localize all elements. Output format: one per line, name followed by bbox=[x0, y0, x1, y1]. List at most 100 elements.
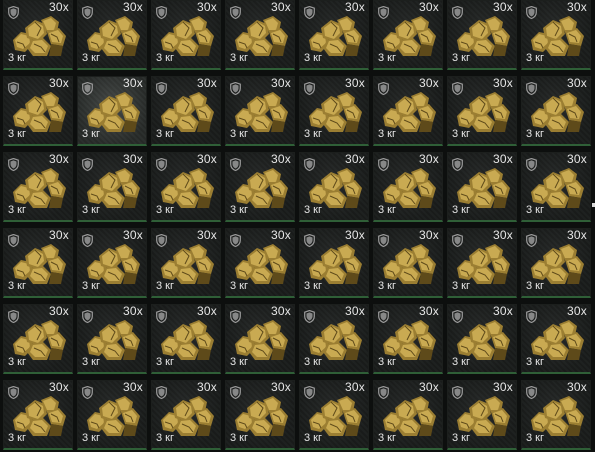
item-weight: 3 кг bbox=[526, 432, 544, 444]
item-weight: 3 кг bbox=[82, 52, 100, 64]
item-weight: 3 кг bbox=[230, 432, 248, 444]
inventory-slot[interactable]: 30x 3 кг bbox=[3, 304, 73, 374]
item-weight: 3 кг bbox=[452, 432, 470, 444]
inventory-slot[interactable]: 30x 3 кг bbox=[151, 380, 221, 450]
item-weight: 3 кг bbox=[8, 432, 26, 444]
inventory-slot[interactable]: 30x 3 кг bbox=[447, 304, 517, 374]
item-weight: 3 кг bbox=[82, 356, 100, 368]
item-weight: 3 кг bbox=[304, 356, 322, 368]
inventory-slot[interactable]: 30x 3 кг bbox=[521, 228, 591, 298]
inventory-grid: 30x 3 кг 30x 3 кг 30x 3 кг 30x 3 кг 30x 3 кг 30x 3 … bbox=[0, 0, 595, 452]
stack-count: 30x bbox=[567, 152, 587, 166]
inventory-slot[interactable]: 30x 3 кг bbox=[225, 304, 295, 374]
stack-count: 30x bbox=[567, 380, 587, 394]
inventory-slot[interactable]: 30x 3 кг bbox=[151, 76, 221, 146]
item-weight: 3 кг bbox=[304, 432, 322, 444]
inventory-slot[interactable]: 30x 3 кг bbox=[521, 76, 591, 146]
inventory-slot[interactable]: 30x 3 кг bbox=[447, 152, 517, 222]
stack-count: 30x bbox=[49, 380, 69, 394]
stack-count: 30x bbox=[49, 152, 69, 166]
inventory-slot[interactable]: 30x 3 кг bbox=[77, 152, 147, 222]
inventory-slot[interactable]: 30x 3 кг bbox=[373, 304, 443, 374]
stack-count: 30x bbox=[345, 228, 365, 242]
inventory-slot[interactable]: 30x 3 кг bbox=[151, 0, 221, 70]
item-weight: 3 кг bbox=[82, 432, 100, 444]
item-weight: 3 кг bbox=[304, 204, 322, 216]
stack-count: 30x bbox=[567, 0, 587, 14]
inventory-slot[interactable]: 30x 3 кг bbox=[151, 152, 221, 222]
stack-count: 30x bbox=[197, 152, 217, 166]
stack-count: 30x bbox=[197, 0, 217, 14]
item-weight: 3 кг bbox=[526, 204, 544, 216]
stack-count: 30x bbox=[123, 0, 143, 14]
stack-count: 30x bbox=[197, 228, 217, 242]
inventory-slot[interactable]: 30x 3 кг bbox=[299, 0, 369, 70]
inventory-slot[interactable]: 30x 3 кг bbox=[373, 0, 443, 70]
stack-count: 30x bbox=[123, 76, 143, 90]
inventory-slot[interactable]: 30x 3 кг bbox=[299, 76, 369, 146]
inventory-slot[interactable]: 30x 3 кг bbox=[373, 76, 443, 146]
inventory-slot[interactable]: 30x 3 кг bbox=[77, 228, 147, 298]
stack-count: 30x bbox=[271, 152, 291, 166]
item-weight: 3 кг bbox=[452, 204, 470, 216]
inventory-slot[interactable]: 30x 3 кг bbox=[225, 0, 295, 70]
inventory-slot[interactable]: 30x 3 кг bbox=[77, 0, 147, 70]
inventory-slot[interactable]: 30x 3 кг bbox=[3, 380, 73, 450]
inventory-slot[interactable]: 30x 3 кг bbox=[447, 380, 517, 450]
inventory-slot[interactable]: 30x 3 кг bbox=[225, 228, 295, 298]
inventory-slot[interactable]: 30x 3 кг bbox=[3, 228, 73, 298]
stack-count: 30x bbox=[271, 228, 291, 242]
inventory-slot[interactable]: 30x 3 кг bbox=[299, 380, 369, 450]
stack-count: 30x bbox=[493, 228, 513, 242]
stack-count: 30x bbox=[123, 380, 143, 394]
item-weight: 3 кг bbox=[378, 280, 396, 292]
item-weight: 3 кг bbox=[8, 128, 26, 140]
inventory-slot[interactable]: 30x 3 кг bbox=[77, 304, 147, 374]
inventory-slot[interactable]: 30x 3 кг bbox=[77, 380, 147, 450]
stack-count: 30x bbox=[345, 304, 365, 318]
item-weight: 3 кг bbox=[230, 204, 248, 216]
inventory-slot[interactable]: 30x 3 кг bbox=[373, 152, 443, 222]
inventory-slot[interactable]: 30x 3 кг bbox=[299, 228, 369, 298]
item-weight: 3 кг bbox=[156, 128, 174, 140]
inventory-slot[interactable]: 30x 3 кг bbox=[447, 76, 517, 146]
inventory-slot[interactable]: 30x 3 кг bbox=[373, 380, 443, 450]
inventory-slot[interactable]: 30x 3 кг bbox=[225, 380, 295, 450]
inventory-slot[interactable]: 30x 3 кг bbox=[373, 228, 443, 298]
item-weight: 3 кг bbox=[82, 128, 100, 140]
inventory-slot[interactable]: 30x 3 кг bbox=[3, 76, 73, 146]
item-weight: 3 кг bbox=[156, 52, 174, 64]
item-weight: 3 кг bbox=[526, 52, 544, 64]
inventory-slot[interactable]: 30x 3 кг bbox=[521, 380, 591, 450]
stack-count: 30x bbox=[419, 152, 439, 166]
inventory-slot[interactable]: 30x 3 кг bbox=[151, 304, 221, 374]
stack-count: 30x bbox=[271, 0, 291, 14]
stack-count: 30x bbox=[271, 76, 291, 90]
inventory-slot[interactable]: 30x 3 кг bbox=[521, 304, 591, 374]
inventory-slot[interactable]: 30x 3 кг bbox=[299, 304, 369, 374]
inventory-slot[interactable]: 30x 3 кг bbox=[77, 76, 147, 146]
stack-count: 30x bbox=[419, 304, 439, 318]
stack-count: 30x bbox=[419, 76, 439, 90]
stack-count: 30x bbox=[419, 0, 439, 14]
stack-count: 30x bbox=[197, 380, 217, 394]
inventory-slot[interactable]: 30x 3 кг bbox=[225, 152, 295, 222]
inventory-slot[interactable]: 30x 3 кг bbox=[521, 0, 591, 70]
inventory-slot[interactable]: 30x 3 кг bbox=[225, 76, 295, 146]
item-weight: 3 кг bbox=[378, 52, 396, 64]
inventory-slot[interactable]: 30x 3 кг bbox=[299, 152, 369, 222]
item-weight: 3 кг bbox=[230, 280, 248, 292]
inventory-slot[interactable]: 30x 3 кг bbox=[447, 228, 517, 298]
inventory-slot[interactable]: 30x 3 кг bbox=[521, 152, 591, 222]
inventory-slot[interactable]: 30x 3 кг bbox=[3, 152, 73, 222]
inventory-slot[interactable]: 30x 3 кг bbox=[447, 0, 517, 70]
item-weight: 3 кг bbox=[526, 356, 544, 368]
stack-count: 30x bbox=[123, 304, 143, 318]
inventory-slot[interactable]: 30x 3 кг bbox=[151, 228, 221, 298]
stack-count: 30x bbox=[567, 304, 587, 318]
stack-count: 30x bbox=[345, 76, 365, 90]
stack-count: 30x bbox=[419, 228, 439, 242]
item-weight: 3 кг bbox=[82, 280, 100, 292]
inventory-slot[interactable]: 30x 3 кг bbox=[3, 0, 73, 70]
stack-count: 30x bbox=[197, 304, 217, 318]
